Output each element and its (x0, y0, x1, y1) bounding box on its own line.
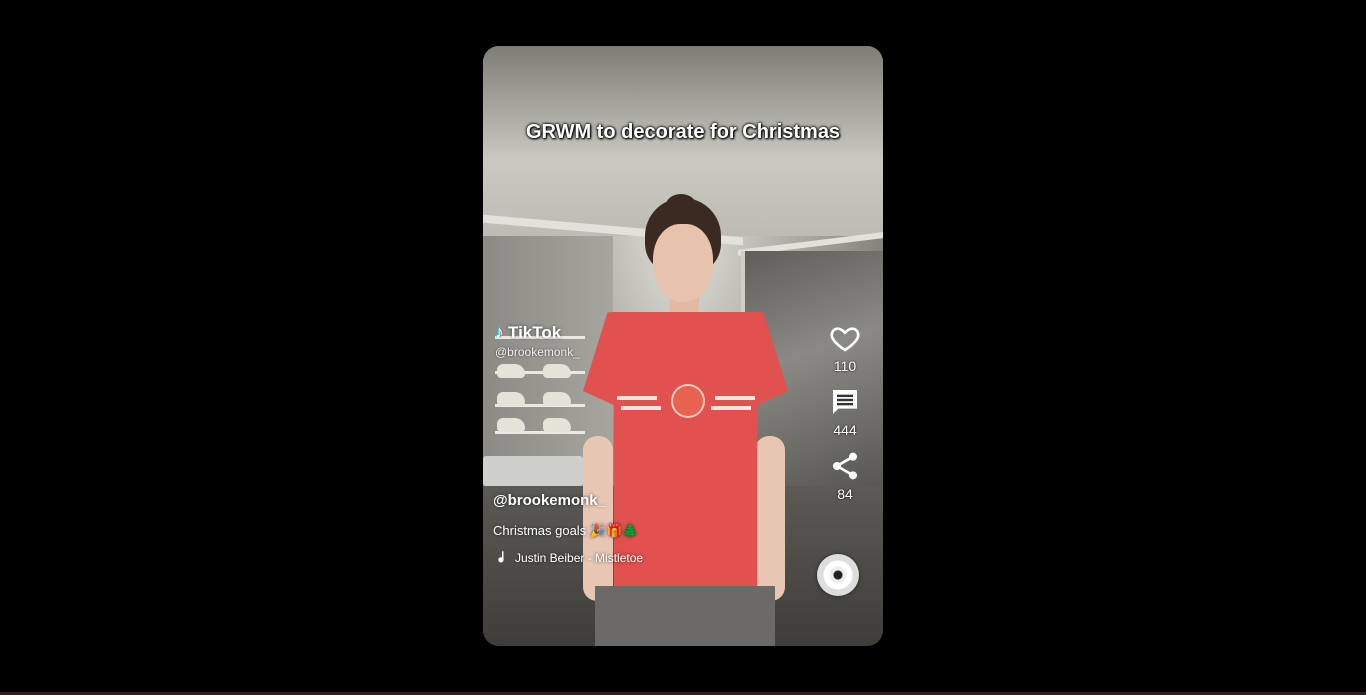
video-meta: @brookemonk_ Christmas goals 🎉🎁🌲 Justin … (493, 492, 793, 567)
tiktok-watermark: ♪ TikTok @brookemonk_ (495, 322, 580, 359)
tiktok-logo-icon: ♪ (495, 322, 504, 342)
comment-count: 444 (833, 422, 857, 438)
video-player[interactable]: GRWM to decorate for Christmas ♪ TikTok … (483, 46, 883, 646)
music-note-icon (498, 551, 504, 563)
shirt-print-graphic (617, 366, 755, 436)
music-disc-icon[interactable] (817, 554, 859, 596)
person-hair-bun (666, 194, 696, 216)
share-icon (833, 452, 857, 480)
scene-shoe (543, 418, 571, 432)
author-username[interactable]: @brookemonk_ (493, 492, 793, 509)
comment-icon (833, 390, 857, 414)
share-count: 84 (837, 486, 853, 502)
video-caption-overlay: GRWM to decorate for Christmas (525, 121, 841, 143)
shirt-star-emblem (671, 384, 705, 418)
shirt-stripe (621, 406, 661, 410)
person-pants (595, 586, 775, 646)
shirt-stripe (617, 396, 657, 400)
person-face (653, 224, 713, 302)
scene-shoe (497, 364, 525, 378)
shirt-stripe (711, 406, 751, 410)
scene-shoe (497, 418, 525, 432)
scene-shoe (543, 364, 571, 378)
scene-shoe (543, 392, 571, 406)
comment-button[interactable]: 444 (825, 386, 865, 438)
watermark-brand: TikTok (508, 322, 562, 342)
scene-shoe (497, 392, 525, 406)
heart-icon (830, 327, 860, 352)
like-count: 110 (833, 358, 857, 374)
like-button[interactable]: 110 (825, 322, 865, 374)
watermark-handle: @brookemonk_ (495, 345, 580, 359)
video-description: Christmas goals 🎉🎁🌲 (493, 523, 639, 538)
shirt-stripe (715, 396, 755, 400)
scene-bench (483, 456, 583, 486)
action-bar: 110 444 84 (825, 322, 865, 514)
music-info[interactable]: Justin Beiber - Mistletoe (493, 549, 793, 567)
share-button[interactable]: 84 (825, 450, 865, 502)
music-title: Justin Beiber - Mistletoe (515, 551, 644, 565)
